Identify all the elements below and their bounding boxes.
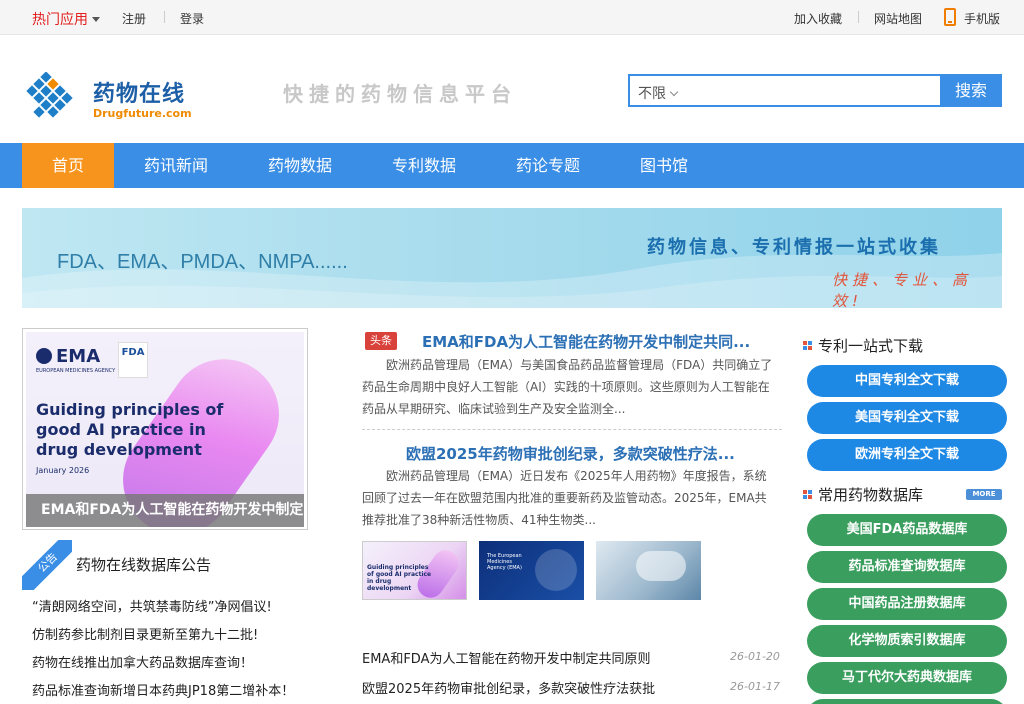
featured-caption[interactable]: EMA和FDA为人工智能在药物开发中制定 xyxy=(26,494,304,527)
news-list-item[interactable]: 欧盟2025年药物审批创纪录，多款突破性疗法获批 xyxy=(362,678,655,697)
notice-item[interactable]: 药品标准查询新增日本药典JP18第二增补本！ xyxy=(32,680,294,699)
notice-title: 药物在线数据库公告 xyxy=(76,556,212,574)
nav-item-news[interactable]: 药讯新闻 xyxy=(136,143,216,188)
section-grid-icon xyxy=(803,341,813,351)
nav-item-patent-data[interactable]: 专利数据 xyxy=(384,143,464,188)
divider xyxy=(858,11,859,23)
divider xyxy=(362,429,782,430)
ema-star-icon xyxy=(36,348,52,364)
nav-item-library[interactable]: 图书馆 xyxy=(632,143,696,188)
us-patent-download-button[interactable]: 美国专利全文下载 xyxy=(807,402,1007,434)
fda-logo: FDA xyxy=(118,342,148,378)
drug-standard-database-button[interactable]: 药品标准查询数据库 xyxy=(807,551,1007,583)
news-thumbnail[interactable] xyxy=(596,541,701,600)
martindale-database-button[interactable]: 马丁代尔大药典数据库 xyxy=(807,662,1007,694)
featured-news-image[interactable]: EMA EUROPEAN MEDICINES AGENCY FDA Guidin… xyxy=(22,328,308,530)
notice-item[interactable]: 仿制药参比制剂目录更新至第九十二批! xyxy=(32,624,258,643)
featured-headline: Guiding principles of good AI practice i… xyxy=(36,400,224,459)
promo-banner[interactable]: FDA、EMA、PMDA、NMPA...... 药物信息、专利情报一站式收集 快… xyxy=(22,208,1002,308)
nav-item-home[interactable]: 首页 xyxy=(22,143,114,188)
news-list-date: 26-01-17 xyxy=(730,680,780,693)
notice-item[interactable]: “清朗网络空间，共筑禁毒防线”净网倡议! xyxy=(32,596,272,615)
divider xyxy=(164,11,165,23)
banner-headline: 药物信息、专利情报一站式收集 xyxy=(647,237,941,258)
mobile-version-link[interactable]: 手机版 xyxy=(964,10,1000,27)
database-section-title: 常用药物数据库 xyxy=(818,486,924,504)
logo-icon[interactable] xyxy=(24,72,74,122)
notice-ribbon-label: 公告 xyxy=(22,540,72,590)
news-list-date: 26-01-20 xyxy=(730,650,780,663)
bookmark-link[interactable]: 加入收藏 xyxy=(794,10,842,27)
search-scope-select[interactable]: 不限 xyxy=(638,83,679,103)
eu-patent-download-button[interactable]: 欧洲专利全文下载 xyxy=(807,439,1007,471)
news-title[interactable]: 欧盟2025年药物审批创纪录，多款突破性疗法... xyxy=(406,443,735,464)
news-title[interactable]: EMA和FDA为人工智能在药物开发中制定共同... xyxy=(422,331,750,352)
search-button[interactable]: 搜索 xyxy=(940,74,1002,107)
logo-title[interactable]: 药物在线 xyxy=(93,76,185,108)
chemical-index-database-button[interactable]: 化学物质索引数据库 xyxy=(807,625,1007,657)
headline-tag: 头条 xyxy=(365,332,397,350)
login-link[interactable]: 登录 xyxy=(180,10,204,27)
cn-patent-download-button[interactable]: 中国专利全文下载 xyxy=(807,365,1007,397)
news-thumbnail[interactable]: Guiding principles of good AI practice i… xyxy=(362,541,467,600)
patent-section-title: 专利一站式下载 xyxy=(818,337,924,355)
mobile-phone-icon xyxy=(944,8,956,26)
top-bar: 热门应用 注册 登录 加入收藏 网站地图 手机版 xyxy=(0,0,1024,35)
ema-logo: EMA xyxy=(36,346,100,367)
thumbnail-text: Guiding principles of good AI practice i… xyxy=(367,564,432,592)
search-scope-value: 不限 xyxy=(638,86,666,102)
register-link[interactable]: 注册 xyxy=(122,10,146,27)
news-summary: 欧洲药品管理局（EMA）近日发布《2025年人用药物》年度报告，系统回顾了过去一… xyxy=(362,469,767,527)
sitemap-link[interactable]: 网站地图 xyxy=(874,10,922,27)
banner-agencies: FDA、EMA、PMDA、NMPA...... xyxy=(57,251,348,273)
thumbnail-graphic xyxy=(535,549,577,591)
thumbnail-text: The European Medicines Agency (EMA) xyxy=(487,553,522,571)
ema-logo-subtitle: EUROPEAN MEDICINES AGENCY xyxy=(36,368,116,374)
fda-database-button[interactable]: 美国FDA药品数据库 xyxy=(807,514,1007,546)
cn-registration-database-button[interactable]: 中国药品注册数据库 xyxy=(807,588,1007,620)
database-button[interactable] xyxy=(807,699,1007,704)
main-nav: 首页 药讯新闻 药物数据 专利数据 药论专题 图书馆 xyxy=(0,143,1024,188)
hot-apps-menu[interactable]: 热门应用 xyxy=(32,9,100,29)
notice-ribbon: 公告 xyxy=(22,540,72,590)
news-thumbnail[interactable]: The European Medicines Agency (EMA) xyxy=(479,541,584,600)
slogan: 快捷的药物信息平台 xyxy=(283,82,517,106)
section-grid-icon xyxy=(803,490,813,500)
search-input[interactable]: 不限 xyxy=(628,74,942,107)
news-summary: 欧洲药品管理局（EMA）与美国食品药品监督管理局（FDA）共同确立了药品生命周期… xyxy=(362,358,773,416)
thumbnail-graphic xyxy=(636,551,686,581)
news-list-item[interactable]: EMA和FDA为人工智能在药物开发中制定共同原则 xyxy=(362,648,650,667)
banner-tagline: 快捷、专业、高效! xyxy=(832,271,973,308)
nav-item-topics[interactable]: 药论专题 xyxy=(508,143,588,188)
chevron-down-icon xyxy=(669,87,679,97)
caret-down-icon xyxy=(92,17,100,22)
more-button[interactable]: MORE xyxy=(966,489,1002,500)
notice-item[interactable]: 药物在线推出加拿大药品数据库查询！ xyxy=(32,652,253,671)
logo-subtitle[interactable]: Drugfuture.com xyxy=(93,107,192,120)
ema-logo-text: EMA xyxy=(56,346,101,367)
hot-apps-label: 热门应用 xyxy=(32,12,88,28)
nav-item-drug-data[interactable]: 药物数据 xyxy=(260,143,340,188)
featured-date: January 2026 xyxy=(36,466,90,475)
